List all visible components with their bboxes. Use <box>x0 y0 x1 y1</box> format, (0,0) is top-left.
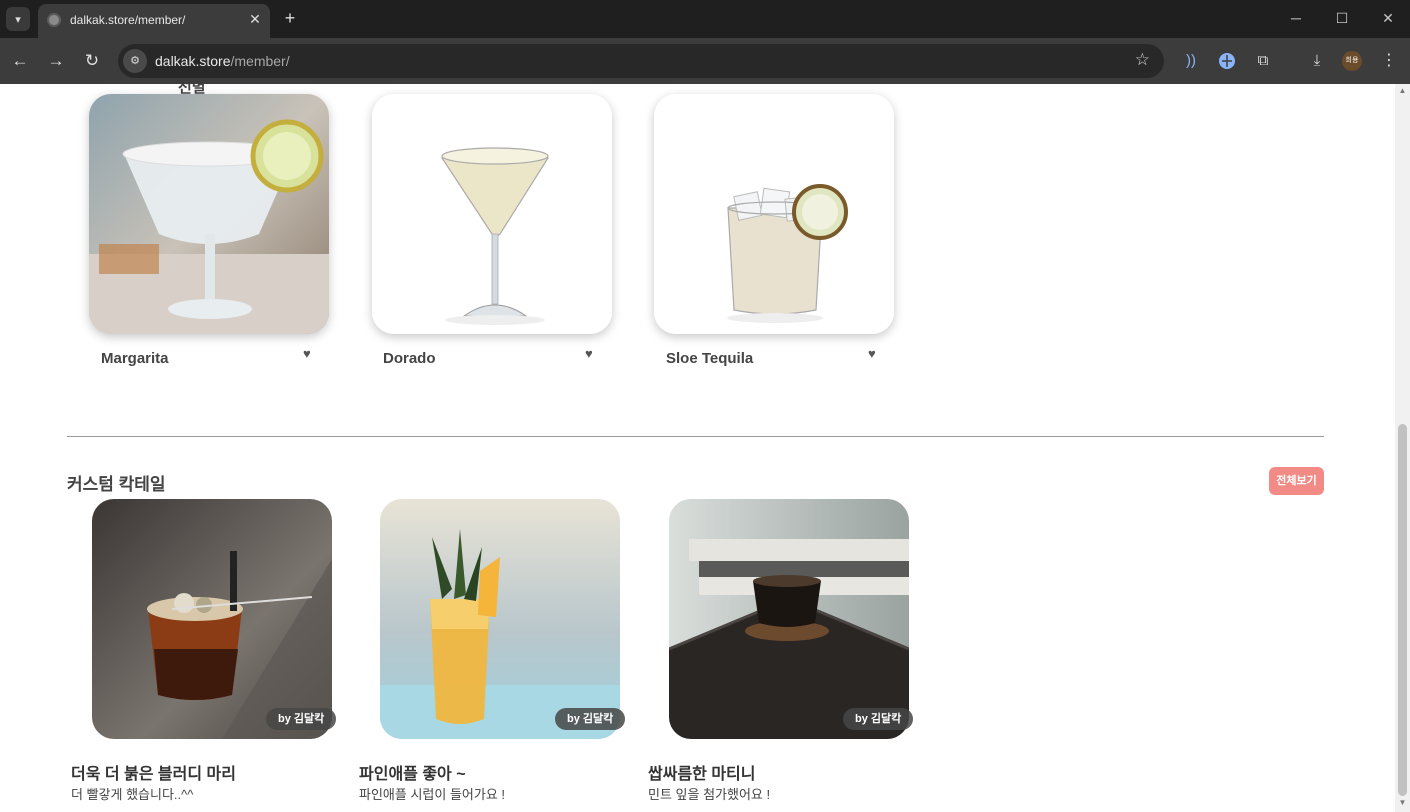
heart-icon[interactable]: ♥ <box>868 346 876 361</box>
reload-icon[interactable]: ↻ <box>81 50 103 72</box>
view-all-button[interactable]: 전체보기 <box>1269 467 1324 495</box>
globe-icon <box>47 13 61 27</box>
url-text[interactable]: dalkak.store/member/ <box>155 53 290 69</box>
custom-cocktail-desc: 파인애플 시럽이 들어가요 ! <box>359 787 506 802</box>
browser-toolbar: ← → ↻ ⚙ dalkak.store/member/ ☆ )) ⧉ ⤓ 희용… <box>0 38 1410 84</box>
custom-cocktail-title[interactable]: 파인애플 좋아 ~ <box>359 760 466 784</box>
extension-globe-icon[interactable] <box>1216 50 1238 72</box>
site-settings-icon[interactable]: ⚙ <box>123 49 147 73</box>
extensions-puzzle-icon[interactable]: ⧉ <box>1252 50 1274 72</box>
window-close-icon[interactable]: ✕ <box>1376 8 1400 28</box>
martini-coffee-image <box>669 499 909 739</box>
tab-search-icon[interactable]: ▾ <box>6 7 30 31</box>
cocktail-name[interactable]: Dorado <box>383 350 436 367</box>
margarita-image <box>89 94 329 334</box>
section-divider <box>67 436 1324 437</box>
url-host: dalkak.store <box>155 53 231 69</box>
page-scrollbar[interactable]: ▲ ▼ <box>1395 84 1410 812</box>
browser-tab[interactable]: dalkak.store/member/ ✕ <box>38 4 270 38</box>
close-icon[interactable]: ✕ <box>246 10 264 28</box>
custom-cocktail-title[interactable]: 쌉싸름한 마티니 <box>648 760 756 784</box>
star-icon[interactable]: ☆ <box>1135 50 1150 70</box>
sloe-tequila-image <box>654 94 894 334</box>
minimize-icon[interactable]: ─ <box>1284 8 1308 28</box>
forward-icon[interactable]: → <box>45 50 67 72</box>
address-bar[interactable]: ⚙ dalkak.store/member/ ☆ <box>118 44 1164 78</box>
custom-cocktail-title[interactable]: 더욱 더 붉은 블러디 마리 <box>71 760 236 784</box>
cocktail-name[interactable]: Sloe Tequila <box>666 350 753 367</box>
url-path: /member/ <box>230 53 290 69</box>
browser-tab-strip: ▾ dalkak.store/member/ ✕ + ─ ☐ ✕ <box>0 0 1410 38</box>
cast-icon[interactable]: )) <box>1180 50 1202 72</box>
custom-cocktail-image[interactable] <box>380 499 620 739</box>
custom-cocktail-desc: 민트 잎을 첨가했어요 ! <box>648 787 771 802</box>
scrollbar-thumb[interactable] <box>1398 424 1407 796</box>
custom-cocktail-image[interactable] <box>92 499 332 739</box>
heart-icon[interactable]: ♥ <box>585 346 593 361</box>
author-badge: by 김달칵 <box>843 708 914 730</box>
cocktail-card-image[interactable] <box>372 94 612 334</box>
custom-cocktail-desc: 더 빨갛게 했습니다..^^ <box>71 787 194 802</box>
dorado-image <box>372 94 612 334</box>
section-title: 커스텀 칵테일 <box>67 475 166 494</box>
page-content: 선별 Margarita ♥ Dorado ♥ Sloe Tequila ♥ 커… <box>0 84 1395 812</box>
download-icon[interactable]: ⤓ <box>1306 50 1328 72</box>
bloody-mary-image <box>92 499 332 739</box>
author-badge: by 김달칵 <box>555 708 626 730</box>
avatar[interactable]: 희용 <box>1342 51 1362 71</box>
back-icon[interactable]: ← <box>9 50 31 72</box>
pineapple-cocktail-image <box>380 499 620 739</box>
maximize-icon[interactable]: ☐ <box>1330 8 1354 28</box>
tab-title: dalkak.store/member/ <box>70 13 186 27</box>
cocktail-name[interactable]: Margarita <box>101 350 169 367</box>
kebab-menu-icon[interactable]: ⋮ <box>1380 50 1398 72</box>
scroll-up-arrow-icon[interactable]: ▲ <box>1395 86 1410 98</box>
cocktail-card-image[interactable] <box>654 94 894 334</box>
author-badge: by 김달칵 <box>266 708 337 730</box>
custom-cocktail-image[interactable] <box>669 499 909 739</box>
scroll-down-arrow-icon[interactable]: ▼ <box>1395 798 1410 810</box>
plus-icon[interactable]: + <box>280 8 300 28</box>
cocktail-card-image[interactable] <box>89 94 329 334</box>
heart-icon[interactable]: ♥ <box>303 346 311 361</box>
